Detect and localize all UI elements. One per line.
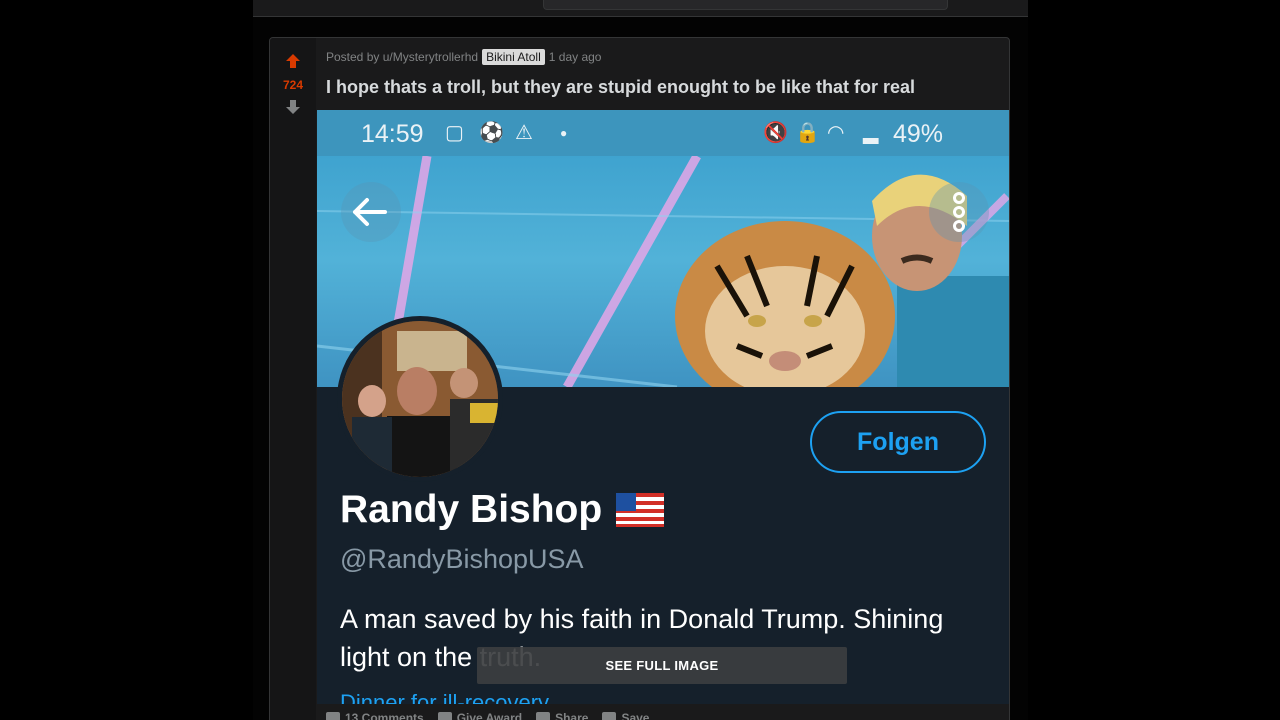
profile-avatar [337,316,503,482]
lock-icon: 🔒 [795,122,820,144]
vertical-dots-icon [953,192,965,232]
save-button[interactable]: Save [602,711,649,720]
post-actions: 13 Comments Give Award Share Save [326,711,649,720]
battery-level: 49% [893,120,944,148]
vote-count: 724 [282,78,304,92]
post-card[interactable]: 724 Posted by u/Mysterytrollerhd Bikini … [269,37,1010,720]
posted-by[interactable]: Posted by u/Mysterytrollerhd [326,50,478,64]
page: 724 Posted by u/Mysterytrollerhd Bikini … [0,0,1280,720]
profile-bio-link: Dinner for ill-recovery [340,690,550,704]
dot-icon: ● [560,126,568,140]
phone-status-bar: 14:59 ▢ ⚽ ⚠ ● 🔇 🔒 ◠ ▂ 49% [317,110,1009,156]
soccer-ball-icon: ⚽ [479,122,504,144]
share-icon [536,712,551,720]
gift-icon [437,712,452,720]
name-row: Randy Bishop [340,488,665,532]
post-meta: Posted by u/Mysterytrollerhd Bikini Atol… [326,49,601,65]
status-time: 14:59 [361,120,424,148]
upvote-arrow-icon[interactable] [284,52,302,70]
follow-button[interactable]: Folgen [810,411,986,473]
sim-icon: ▢ [445,122,464,144]
back-arrow-icon [353,198,387,226]
bookmark-icon [602,712,617,720]
signal-icon: ▂ [863,122,879,144]
vote-column: 724 [270,38,316,720]
display-name: Randy Bishop [340,488,603,531]
downvote-arrow-icon[interactable] [284,98,302,116]
share-label: Share [555,711,589,720]
previous-post-media-edge [543,0,948,10]
back-button[interactable] [341,182,401,242]
feed-column: 724 Posted by u/Mysterytrollerhd Bikini … [253,0,1028,720]
avatar-photo [342,321,498,477]
post-image[interactable]: 14:59 ▢ ⚽ ⚠ ● 🔇 🔒 ◠ ▂ 49% Folgen Randy B… [317,110,1009,704]
share-button[interactable]: Share [536,711,588,720]
post-title[interactable]: I hope thats a troll, but they are stupi… [326,77,915,98]
previous-post-edge [253,0,1028,17]
comment-icon [326,712,340,720]
more-options-button[interactable] [929,182,989,242]
comments-label: 13 Comments [345,711,424,720]
see-full-image-button[interactable]: SEE FULL IMAGE [477,647,847,684]
award-label: Give Award [456,711,523,720]
mute-icon: 🔇 [763,122,788,144]
post-flair[interactable]: Bikini Atoll [482,49,545,65]
us-flag-icon [616,493,665,527]
post-age: 1 day ago [548,50,602,64]
profile-handle: @RandyBishopUSA [340,544,584,574]
wifi-icon: ◠ [827,122,845,144]
save-label: Save [621,711,650,720]
warning-icon: ⚠ [515,122,533,144]
award-button[interactable]: Give Award [437,711,523,720]
comments-button[interactable]: 13 Comments [326,711,424,720]
